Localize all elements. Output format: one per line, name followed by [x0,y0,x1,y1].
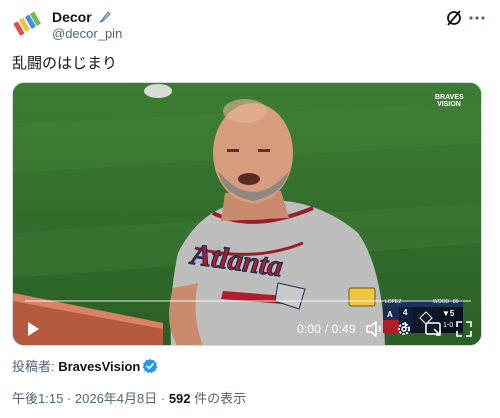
fullscreen-icon[interactable] [456,321,472,337]
settings-gear-icon[interactable] [396,321,412,337]
author-handle[interactable]: @decor_pin [52,26,122,41]
paint-tubes-avatar-icon[interactable] [12,8,44,40]
video-player[interactable]: Atlanta BRAVES VISION A LOPEZ WOOD 80 4 … [12,82,482,346]
scoreboard: A LOPEZ WOOD 80 4 1 ▼5 1-0 [383,299,463,334]
brand-badge: BRAVES VISION [435,94,464,108]
meta-separator: · [63,391,75,406]
source-label: 投稿者: [12,359,59,374]
play-icon[interactable] [25,321,41,337]
source-attribution: 投稿者: BravesVision [12,356,158,375]
away-score: 4 [403,308,408,317]
tweet-text: 乱闘のはじまり [12,55,118,72]
meta-separator: · [157,391,169,406]
more-icon[interactable] [467,8,487,28]
grok-icon[interactable] [444,8,464,28]
verified-badge-icon [143,358,158,374]
tweet-meta: 午後1:15 · 2026年4月8日 · 592 件の表示 [12,388,246,407]
progress-bar[interactable] [25,300,471,302]
svg-text:A: A [387,310,393,319]
video-time: 0:00 / 0:49 [297,322,356,336]
tweet-header: Decor @decor_pin [12,6,488,46]
paintbrush-icon [99,11,111,23]
ball-strike-count: 1-0 [443,322,454,329]
inning: ▼5 [442,309,455,318]
tweet-date[interactable]: 2026年4月8日 [75,391,157,406]
author-name[interactable]: Decor [52,9,112,25]
view-count-label: 件の表示 [190,391,247,406]
tweet-time[interactable]: 午後1:15 [12,391,63,406]
view-count: 592 [168,391,191,406]
source-account[interactable]: BravesVision [58,359,140,374]
volume-icon[interactable] [366,321,384,337]
picture-in-picture-icon[interactable] [425,321,443,337]
